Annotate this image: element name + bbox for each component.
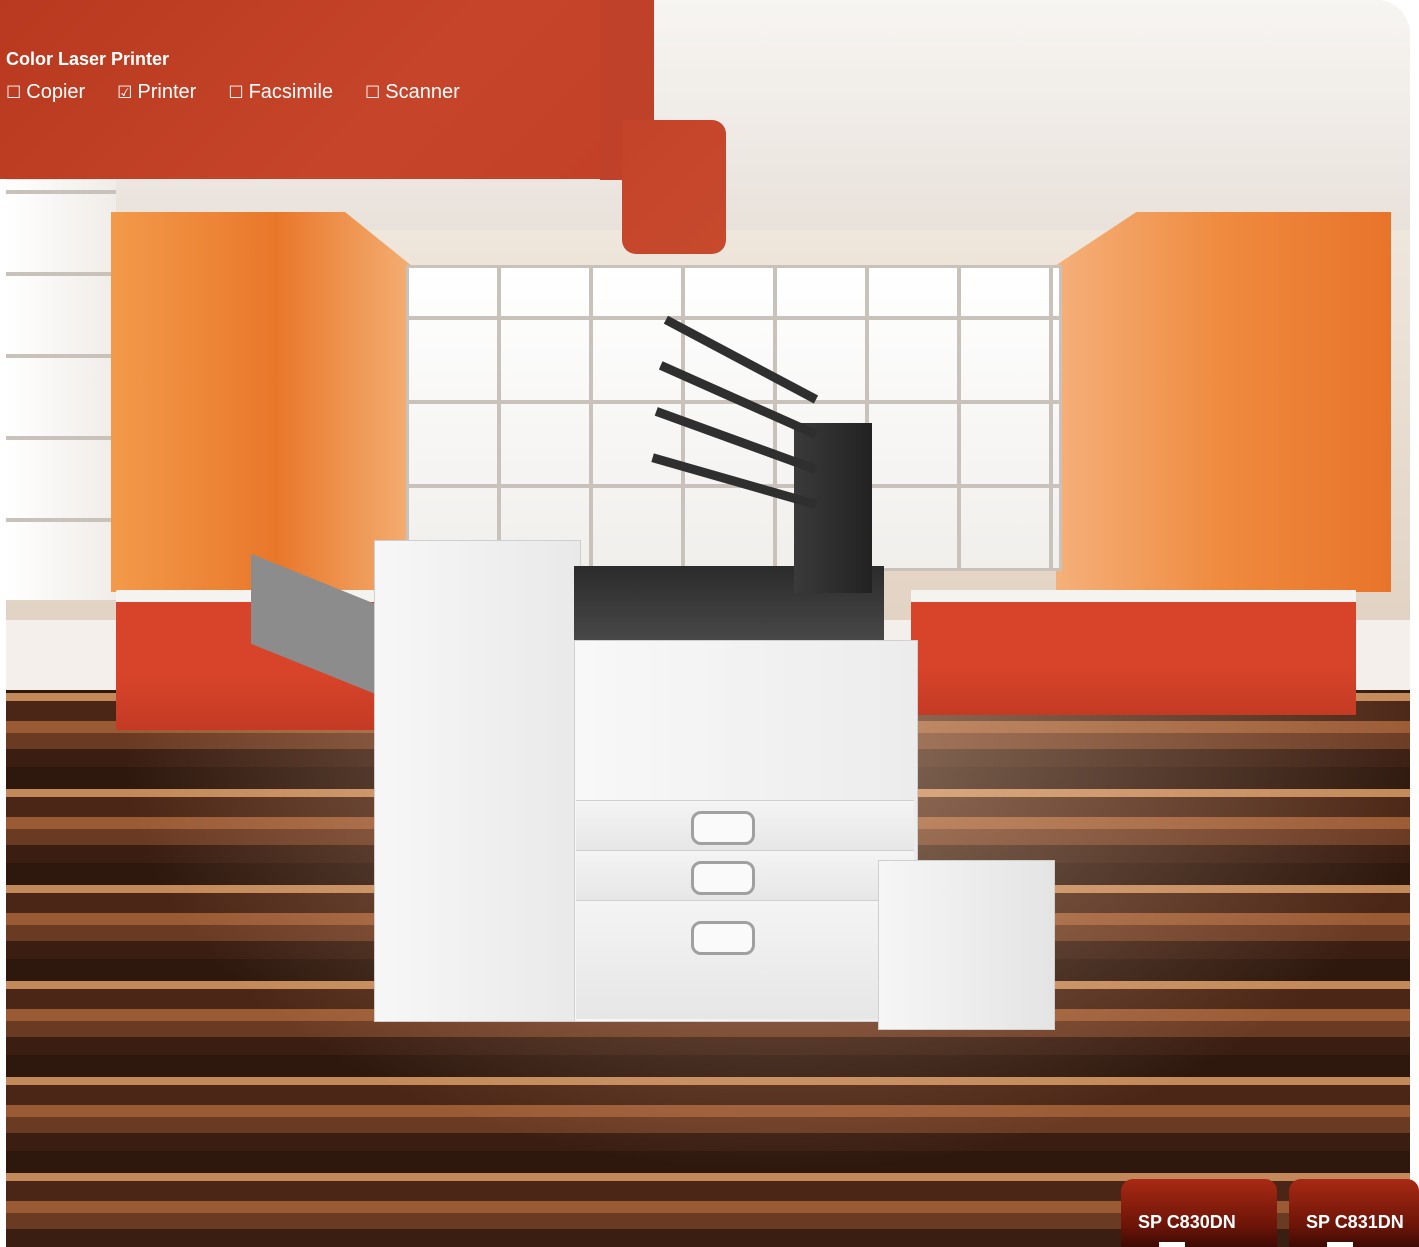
header-panel-notch <box>622 120 726 254</box>
function-copier: ☐ Copier <box>6 81 85 104</box>
printer-finisher <box>374 540 581 1022</box>
tray-handle <box>691 861 755 895</box>
model-tab-label: SP C830DN <box>1138 1212 1236 1232</box>
printer-mailbox <box>794 423 872 593</box>
function-label: Printer <box>137 81 197 103</box>
right-desk <box>911 590 1356 715</box>
function-label: Scanner <box>385 81 460 103</box>
function-scanner: ☐ Scanner <box>365 81 460 104</box>
window-grid <box>406 265 1062 571</box>
product-category-title: Color Laser Printer <box>6 49 170 69</box>
checkbox-icon: ☐ <box>6 83 22 102</box>
checkbox-icon: ☐ <box>365 83 381 102</box>
tray-handle <box>691 921 755 955</box>
paper-tray-3 <box>576 900 914 1019</box>
function-label: Copier <box>26 81 86 103</box>
paper-tray-2 <box>576 850 914 901</box>
function-list: ☐ Copier ☑ Printer ☐ Facsimile ☐ Scanner <box>6 81 492 104</box>
model-tab-sp-c831dn[interactable]: SP C831DN <box>1289 1179 1419 1247</box>
model-tab-sp-c830dn[interactable]: SP C830DN <box>1121 1179 1277 1247</box>
function-printer: ☑ Printer <box>117 81 196 104</box>
left-window <box>6 180 116 600</box>
large-capacity-tray <box>878 860 1055 1030</box>
function-label: Facsimile <box>248 81 334 103</box>
paper-tray-1 <box>576 800 914 851</box>
model-tab-indicator <box>1159 1242 1185 1247</box>
tray-handle <box>691 811 755 845</box>
function-facsimile: ☐ Facsimile <box>228 81 333 104</box>
model-tab-indicator <box>1327 1242 1353 1247</box>
left-orange-pillar <box>111 212 411 592</box>
checkbox-icon: ☑ <box>117 83 133 102</box>
right-orange-pillar <box>1056 212 1391 592</box>
checkbox-icon: ☐ <box>228 83 244 102</box>
model-tab-label: SP C831DN <box>1306 1212 1404 1232</box>
